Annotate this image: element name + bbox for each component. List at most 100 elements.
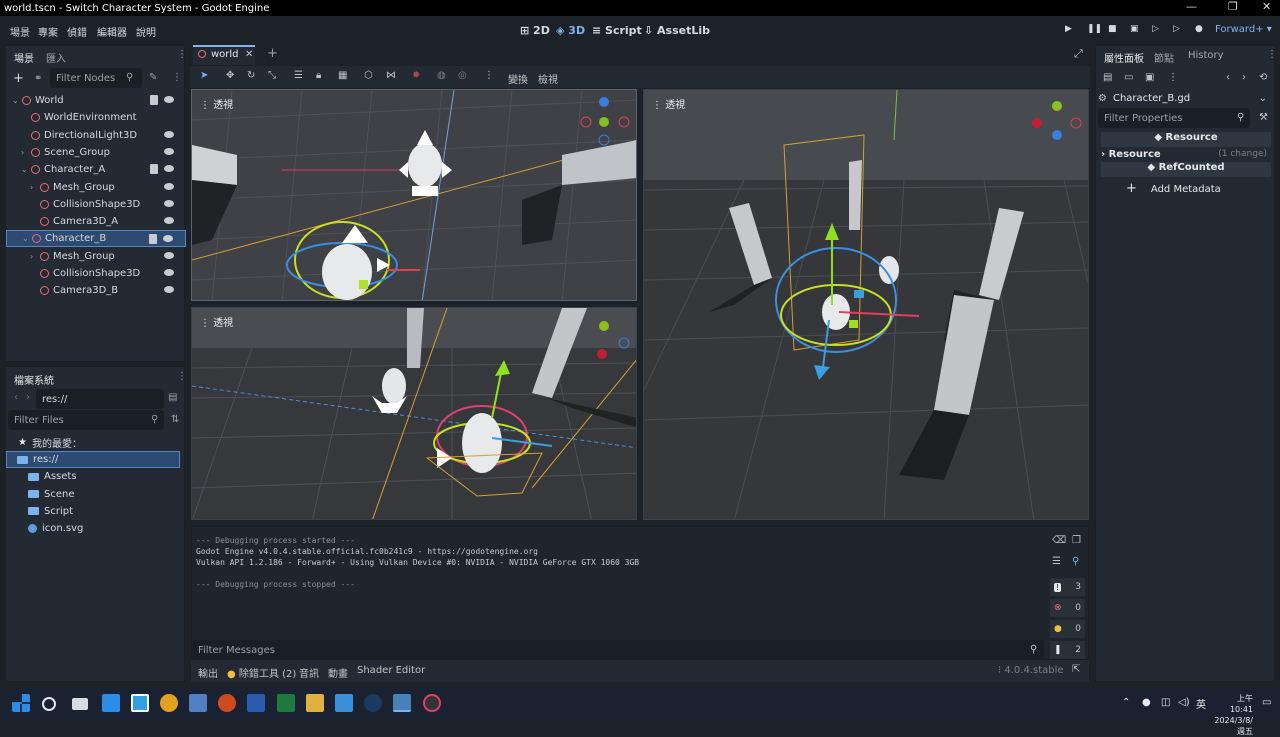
expand-arrow-icon[interactable]: › [21, 148, 31, 157]
sun-icon[interactable]: ✸ [412, 70, 420, 81]
file-tree-item[interactable]: icon.svg [6, 520, 180, 537]
expand-arrow-icon[interactable]: ⌄ [12, 96, 22, 105]
scene-tree-node[interactable]: ⌄ World [6, 92, 186, 109]
mode-2d-button[interactable]: ⊞ 2D [520, 24, 550, 37]
scene-tab-world[interactable]: world ✕ [193, 45, 255, 65]
task-view-icon[interactable] [72, 698, 88, 710]
list-select-icon[interactable]: ☰ [294, 70, 303, 81]
scene-tree-node[interactable]: ⌄ Character_A [6, 161, 186, 178]
pause-icon[interactable]: ❚❚ [1087, 25, 1102, 34]
scale-tool-icon[interactable]: ⤡ [268, 70, 276, 81]
tab-animation[interactable]: 動畫 [328, 665, 348, 680]
history-list-icon[interactable]: ⟲ [1259, 72, 1267, 83]
remote-debug-icon[interactable]: ▣ [1130, 25, 1139, 34]
transform-menu[interactable]: 變換 [508, 71, 528, 86]
visibility-eye-icon[interactable] [164, 217, 174, 225]
messages-filter-button[interactable]: ! 3 [1050, 578, 1085, 596]
forward-icon[interactable]: › [26, 392, 30, 403]
scene-tree-node[interactable]: › Mesh_Group [6, 248, 186, 265]
favorites-row[interactable]: ★ 我的最愛： [18, 434, 82, 451]
clear-icon[interactable]: ⌫ [1052, 535, 1066, 546]
tab-history[interactable]: History [1188, 50, 1224, 61]
scene-tree-node[interactable]: › Mesh_Group [6, 179, 186, 196]
mode-script-button[interactable]: ≡ Script [592, 24, 642, 37]
filter-properties-input[interactable]: Filter Properties [1098, 108, 1250, 128]
new-scene-tab-icon[interactable]: + [267, 46, 278, 61]
tools-icon[interactable]: ⚒ [1259, 112, 1268, 123]
distraction-free-icon[interactable]: ⤢ [1074, 47, 1083, 61]
menu-debug[interactable]: 偵錯 [67, 24, 87, 39]
tab-node[interactable]: 節點 [1154, 50, 1174, 65]
search-icon[interactable]: ⚲ [1072, 556, 1079, 567]
move-tool-icon[interactable]: ✥ [226, 70, 234, 81]
tab-debugger[interactable]: ● 除錯工具 (2) [227, 665, 296, 680]
history-back-icon[interactable]: ‹ [1226, 72, 1230, 83]
open-folder-icon[interactable]: ▭ [1124, 72, 1133, 83]
dock-menu-icon[interactable]: ⋮ [177, 371, 187, 382]
expand-arrow-icon[interactable]: ⌄ [22, 234, 32, 243]
attach-script-icon[interactable]: ✎ [149, 72, 157, 83]
history-forward-icon[interactable]: › [1242, 72, 1246, 83]
store-icon[interactable] [102, 694, 120, 712]
filter-messages-input[interactable]: Filter Messages [192, 640, 1044, 660]
tab-shader-editor[interactable]: Shader Editor [357, 665, 425, 676]
add-node-icon[interactable]: + [13, 71, 24, 86]
word-icon[interactable] [247, 694, 265, 712]
path-field[interactable]: res:// [36, 389, 164, 409]
visibility-eye-icon[interactable] [164, 269, 174, 276]
scene-tree-node[interactable]: › Scene_Group [6, 144, 186, 161]
viewport-label[interactable]: ⋮ 透視 [200, 96, 233, 111]
scene-tree-node[interactable]: DirectionalLight3D [6, 127, 186, 144]
select-tool-icon[interactable]: ➤ [200, 70, 208, 81]
dock-menu-icon[interactable]: ⋮ [1267, 49, 1277, 60]
steam-icon[interactable] [364, 694, 382, 712]
menu-help[interactable]: 說明 [136, 24, 156, 39]
menu-project[interactable]: 專案 [38, 24, 58, 39]
link-icon[interactable]: ⚭ [34, 73, 42, 84]
visibility-eye-icon[interactable] [163, 235, 173, 243]
obs-icon[interactable] [423, 694, 441, 712]
clock[interactable]: 上午 10:41 2024/3/8/週五 [1213, 693, 1253, 737]
split-view-icon[interactable]: ▤ [168, 392, 177, 403]
ime-icon[interactable]: 英 [1196, 696, 1206, 711]
visibility-eye-icon[interactable] [164, 130, 174, 138]
scene-tree-node[interactable]: CollisionShape3D [6, 196, 186, 213]
notepad-icon[interactable] [335, 694, 353, 712]
menu-scene[interactable]: 場景 [10, 24, 30, 39]
expand-arrow-icon[interactable]: › [30, 252, 40, 261]
scene-tree-node[interactable]: ⌄ Character_B [6, 230, 186, 248]
tab-audio[interactable]: 音訊 [299, 665, 319, 680]
view-menu[interactable]: 檢視 [538, 71, 558, 86]
visibility-eye-icon[interactable] [164, 286, 174, 294]
play-scene-icon[interactable]: ▷ [1152, 25, 1161, 34]
play-custom-icon[interactable]: ▷ [1173, 25, 1182, 34]
file-tree-item[interactable]: Assets [6, 468, 180, 485]
editor-filter-button[interactable]: ❚ 2 [1050, 641, 1085, 659]
godot-icon[interactable] [393, 694, 411, 712]
close-icon[interactable]: ✕ [1262, 0, 1271, 13]
powerpoint-icon[interactable] [218, 694, 236, 712]
dock-menu-icon[interactable]: ⋮ [177, 49, 187, 60]
more-icon[interactable]: ⋮ [484, 70, 494, 81]
copy-icon[interactable]: ❐ [1072, 535, 1081, 546]
group-icon[interactable]: ▦ [338, 70, 347, 81]
movie-icon[interactable]: ● [1195, 25, 1204, 34]
resource-path-selector[interactable]: ⚙ Character_B.gd ⌄ [1098, 89, 1273, 107]
add-metadata-button[interactable]: + Add Metadata [1126, 181, 1246, 197]
search-icon[interactable] [42, 697, 56, 711]
scene-tree-node[interactable]: Camera3D_A [6, 213, 186, 230]
menu-editor[interactable]: 編輯器 [97, 24, 127, 39]
notification-icon[interactable]: ▭ [1262, 697, 1271, 708]
close-tab-icon[interactable]: ✕ [245, 49, 253, 60]
collapse-icon[interactable]: ☰ [1052, 556, 1061, 567]
expand-arrow-icon[interactable]: ⌄ [21, 165, 31, 174]
more-icon[interactable]: ⋮ [172, 72, 182, 83]
visibility-eye-icon[interactable] [164, 147, 174, 155]
viewport-label[interactable]: ⋮ 透視 [652, 96, 685, 111]
scene-tree-node[interactable]: CollisionShape3D [6, 265, 186, 282]
expand-panel-icon[interactable]: ⇱ [1072, 664, 1080, 675]
file-explorer-icon[interactable] [306, 694, 324, 712]
errors-filter-button[interactable]: ⊗ 0 [1050, 599, 1085, 617]
tab-scene[interactable]: 場景 [14, 50, 34, 65]
viewport-label[interactable]: ⋮ 透視 [200, 314, 233, 329]
